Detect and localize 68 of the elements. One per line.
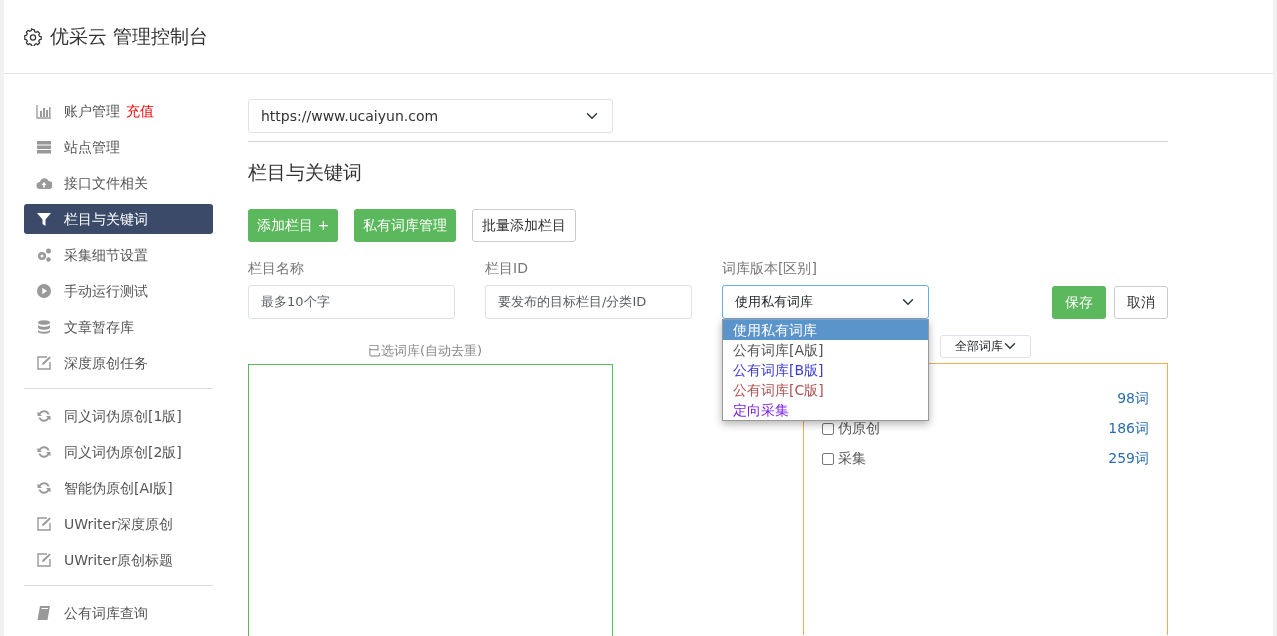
settings-icon bbox=[24, 27, 42, 46]
sidebar-label: 账户管理 bbox=[64, 101, 120, 121]
sidebar-label: UWriter深度原创 bbox=[64, 514, 173, 534]
sidebar-item[interactable]: 栏目与关键词 bbox=[24, 204, 213, 234]
sidebar-label: 手动运行测试 bbox=[64, 281, 148, 301]
sidebar-item[interactable]: 接口文件相关 bbox=[24, 168, 213, 198]
sidebar-label: 公有词库查询 bbox=[64, 603, 148, 623]
sidebar-label: UWriter原创标题 bbox=[64, 550, 173, 570]
section-title: 栏目与关键词 bbox=[248, 160, 363, 185]
sidebar-item[interactable]: UWriter深度原创 bbox=[24, 509, 213, 539]
library-filter[interactable]: 全部词库 bbox=[940, 334, 1031, 358]
sidebar-item[interactable]: 手动运行测试 bbox=[24, 276, 213, 306]
dropdown-option[interactable]: 公有词库[B版] bbox=[723, 359, 928, 380]
field-label: 栏目ID bbox=[485, 258, 529, 278]
refresh-icon bbox=[36, 408, 52, 424]
gears-icon bbox=[36, 247, 52, 263]
sidebar-item[interactable]: UWriter原创标题 bbox=[24, 545, 213, 575]
sidebar-item[interactable]: 文章暂存库 bbox=[24, 312, 213, 342]
toolbar-button[interactable]: 批量添加栏目 bbox=[472, 208, 577, 242]
word-count: 186词 bbox=[1108, 419, 1149, 438]
site-select[interactable]: https://www.ucaiyun.com bbox=[248, 99, 613, 133]
book-icon bbox=[36, 605, 52, 621]
sidebar-label: 栏目与关键词 bbox=[64, 209, 148, 229]
field-label: 词库版本[区别] bbox=[722, 258, 818, 278]
sidebar-label: 文章暂存库 bbox=[64, 317, 134, 337]
play-icon bbox=[36, 283, 52, 299]
sidebar-item[interactable]: 同义词伪原创[2版] bbox=[24, 437, 213, 467]
library-label: 采集 bbox=[838, 449, 866, 468]
sidebar-item[interactable]: 站点管理 bbox=[24, 132, 213, 162]
dropdown-option[interactable]: 公有词库[C版] bbox=[723, 379, 928, 400]
sidebar-label: 采集细节设置 bbox=[64, 245, 148, 265]
version-select[interactable]: 使用私有词库 bbox=[722, 284, 929, 319]
sidebar-label: 深度原创任务 bbox=[64, 353, 148, 373]
server-icon bbox=[36, 139, 52, 155]
refresh-icon bbox=[36, 480, 52, 496]
sidebar-label: 同义词伪原创[1版] bbox=[64, 406, 182, 426]
sidebar-label: 接口文件相关 bbox=[64, 173, 148, 193]
recharge-link[interactable]: 充值 bbox=[126, 100, 154, 122]
cloud-upload-icon bbox=[36, 175, 52, 191]
sidebar-label: 智能伪原创[AI版] bbox=[64, 478, 173, 498]
sidebar-label: 同义词伪原创[2版] bbox=[64, 442, 182, 462]
sidebar-item[interactable]: 账户管理 充值 bbox=[24, 96, 213, 126]
library-label: 伪原创 bbox=[838, 419, 880, 438]
sidebar-label: 站点管理 bbox=[64, 137, 120, 157]
edit-icon bbox=[36, 355, 52, 371]
word-count: 259词 bbox=[1108, 449, 1149, 468]
sidebar-item[interactable]: 公有词库查询 bbox=[24, 598, 213, 628]
database-icon bbox=[36, 319, 52, 335]
sidebar-item[interactable]: 同义词伪原创[1版] bbox=[24, 401, 213, 431]
edit-icon bbox=[36, 552, 52, 568]
panel-title: 已选词库(自动去重) bbox=[368, 341, 484, 360]
filter-icon bbox=[36, 211, 52, 227]
edit-icon bbox=[36, 516, 52, 532]
word-count: 98词 bbox=[1117, 389, 1149, 408]
app-title: 优采云 管理控制台 bbox=[50, 24, 209, 50]
refresh-icon bbox=[36, 444, 52, 460]
sidebar-item[interactable]: 采集细节设置 bbox=[24, 240, 213, 270]
checkbox[interactable] bbox=[822, 452, 834, 465]
checkbox[interactable] bbox=[822, 422, 834, 435]
sidebar-item[interactable]: 智能伪原创[AI版] bbox=[24, 473, 213, 503]
field-label: 栏目名称 bbox=[248, 258, 305, 278]
dropdown-option[interactable]: 公有词库[A版] bbox=[723, 339, 928, 360]
sidebar-item[interactable]: 深度原创任务 bbox=[24, 348, 213, 378]
dropdown-option[interactable]: 定向采集 bbox=[723, 399, 928, 420]
input-field[interactable]: 最多10个字 bbox=[248, 284, 455, 319]
input-field[interactable]: 要发布的目标栏目/分类ID bbox=[485, 284, 692, 319]
cancel-button[interactable]: 取消 bbox=[1114, 285, 1168, 319]
bar-chart-icon bbox=[36, 103, 52, 119]
